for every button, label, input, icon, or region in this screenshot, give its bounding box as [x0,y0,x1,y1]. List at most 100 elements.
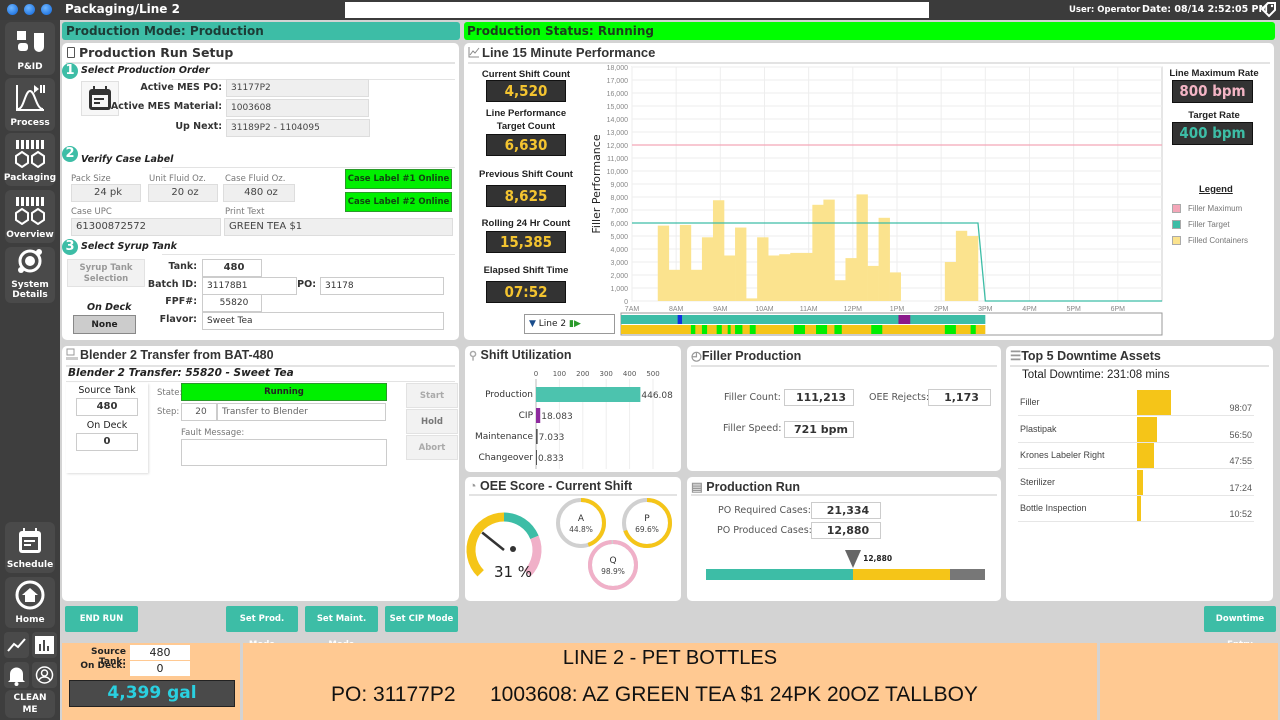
downtime-asset-label: Bottle Inspection [1020,503,1087,513]
window-dot-icon[interactable] [41,4,52,15]
bar-filled-containers [701,237,714,301]
downtime-time: 56:50 [1229,429,1252,440]
tag-icon[interactable] [1260,2,1276,21]
on-deck-label: On Deck [87,302,132,313]
line-chart-icon [468,46,480,61]
window-dot-icon[interactable] [24,4,35,15]
panel-title: Production Run Setup [67,45,233,60]
window-dot-icon[interactable] [7,4,18,15]
timeline-event [970,325,976,334]
downtime-time: 47:55 [1229,456,1252,466]
produced-marker-label: 12,880 [863,554,893,563]
case-label-2-button[interactable]: Case Label #2 Online [345,192,452,212]
abort-button[interactable]: Abort [406,435,458,460]
filler-count-value: 111,213 [784,389,854,406]
divider [1018,521,1254,522]
footer-line-panel: LINE 2 - PET BOTTLES PO: 31177P2 1003608… [243,643,1097,720]
kpi-value: 15,385 [486,231,566,253]
step-text: Transfer to Blender [217,403,386,421]
sidebar-item-home[interactable]: Home [5,577,55,628]
end-run-button[interactable]: END RUN [65,606,138,632]
downtime-entry-button[interactable]: Downtime Entry [1204,606,1276,650]
user-icon[interactable] [32,662,57,688]
bell-icon[interactable] [4,662,29,688]
sidebar-item-process[interactable]: Process [5,78,55,131]
gauge-icon: ◔ [469,479,477,493]
step-number-1: 1 [62,63,78,79]
set-cip-mode-button[interactable]: Set CIP Mode [385,606,458,632]
ring-label: P [644,514,650,524]
sidebar-item-label: System Details [11,280,49,300]
util-tick-label: 100 [553,370,566,378]
pack-size-field: 24 pk [71,184,141,202]
sidebar-item-system-details[interactable]: System Details [5,247,55,303]
bar-filled-containers [790,252,802,301]
timeline-event [793,325,805,334]
clean-me-button[interactable]: CLEAN ME [5,690,55,718]
unit-fluid-label: Unit Fluid Oz. [149,174,206,184]
production-mode-bar: Production Mode: Production [62,22,460,40]
x-tick-label: 7AM [625,306,640,313]
timeline-event [871,325,883,334]
bar-chart-icon[interactable] [32,632,57,658]
case-label-1-button[interactable]: Case Label #1 Online [345,169,452,189]
total-downtime: Total Downtime: 231:08 mins [1022,369,1170,381]
util-value: 446.08 [641,391,673,401]
y-tick-label: 1,000 [610,286,628,293]
sidebar-item-packaging[interactable]: Packaging [4,133,56,186]
y-tick-label: 9,000 [610,182,628,189]
search-input[interactable] [345,2,929,18]
speedometer-icon: ◴ [691,349,702,363]
y-tick-label: 6,000 [610,221,628,228]
syrup-tank-selection-button[interactable]: Syrup Tank Selection [67,259,145,287]
pack-size-label: Pack Size [71,174,111,184]
x-tick-label: 10AM [755,306,773,313]
timeline-event [749,325,756,334]
filler-speed-value: 721 bpm [784,421,854,438]
y-tick-label: 15,000 [607,104,629,111]
po-label: PO: [297,279,316,290]
timeline-event [816,325,828,334]
performance-chart: 0 1,000 2,000 3,000 4,000 5,000 6,000 7,000 8,00… [590,65,1163,336]
util-value: 18.083 [541,412,573,422]
list-icon: ☰ [1010,349,1022,363]
step-number-3: 3 [62,239,78,255]
y-tick-label: 18,000 [607,65,629,72]
fault-message-field [181,439,387,466]
sidebar-item-overview[interactable]: Overview [5,190,55,243]
bar-filled-containers [779,254,791,301]
downtime-asset-label: Plastipak [1020,423,1057,434]
x-tick-label: 3PM [978,306,993,313]
downtime-bar [1137,469,1144,495]
step-number: 20 [181,403,217,421]
on-deck-button[interactable]: None [73,315,136,334]
set-prod-mode-button[interactable]: Set Prod. Mode [226,606,298,650]
downtime-time: 10:52 [1229,509,1252,519]
divider [1018,441,1254,443]
y-tick-label: 10,000 [607,169,629,176]
oee-gauges: 31 % A44.8% P69.6% Q98.9% [466,498,672,590]
sidebar-item-pid[interactable]: P&ID [5,22,55,75]
timeline-event [701,325,708,334]
util-value: 7.033 [539,433,565,443]
y-axis-label: Filler Performance [590,134,603,233]
hold-button[interactable]: Hold [406,409,458,434]
filler-count-label: Filler Count: [724,392,781,403]
state-indicator: Running [181,383,387,401]
on-deck-value: 0 [76,433,138,451]
filler-speed-label: Filler Speed: [723,423,782,434]
trend-icon[interactable] [4,632,29,658]
bar-filled-containers [845,258,857,301]
bar-filled-containers [690,269,703,301]
active-po-field: 31177P2 [226,79,369,97]
shift-utilization-chart: 0 100 200 300 400 500 Production 446.08 CIP 18.08… [475,370,673,469]
bar-filled-containers [757,237,769,301]
step-label: Step: [157,407,180,417]
sidebar-item-schedule[interactable]: Schedule [5,522,55,573]
start-button[interactable]: Start [406,383,458,408]
produced-marker-icon [845,550,862,568]
footer-gallons: 4,399 gal [69,680,235,707]
util-tick-label: 0 [534,370,538,378]
gauge-segment-teal [503,512,539,540]
set-maint-mode-button[interactable]: Set Maint. Mode [305,606,378,650]
